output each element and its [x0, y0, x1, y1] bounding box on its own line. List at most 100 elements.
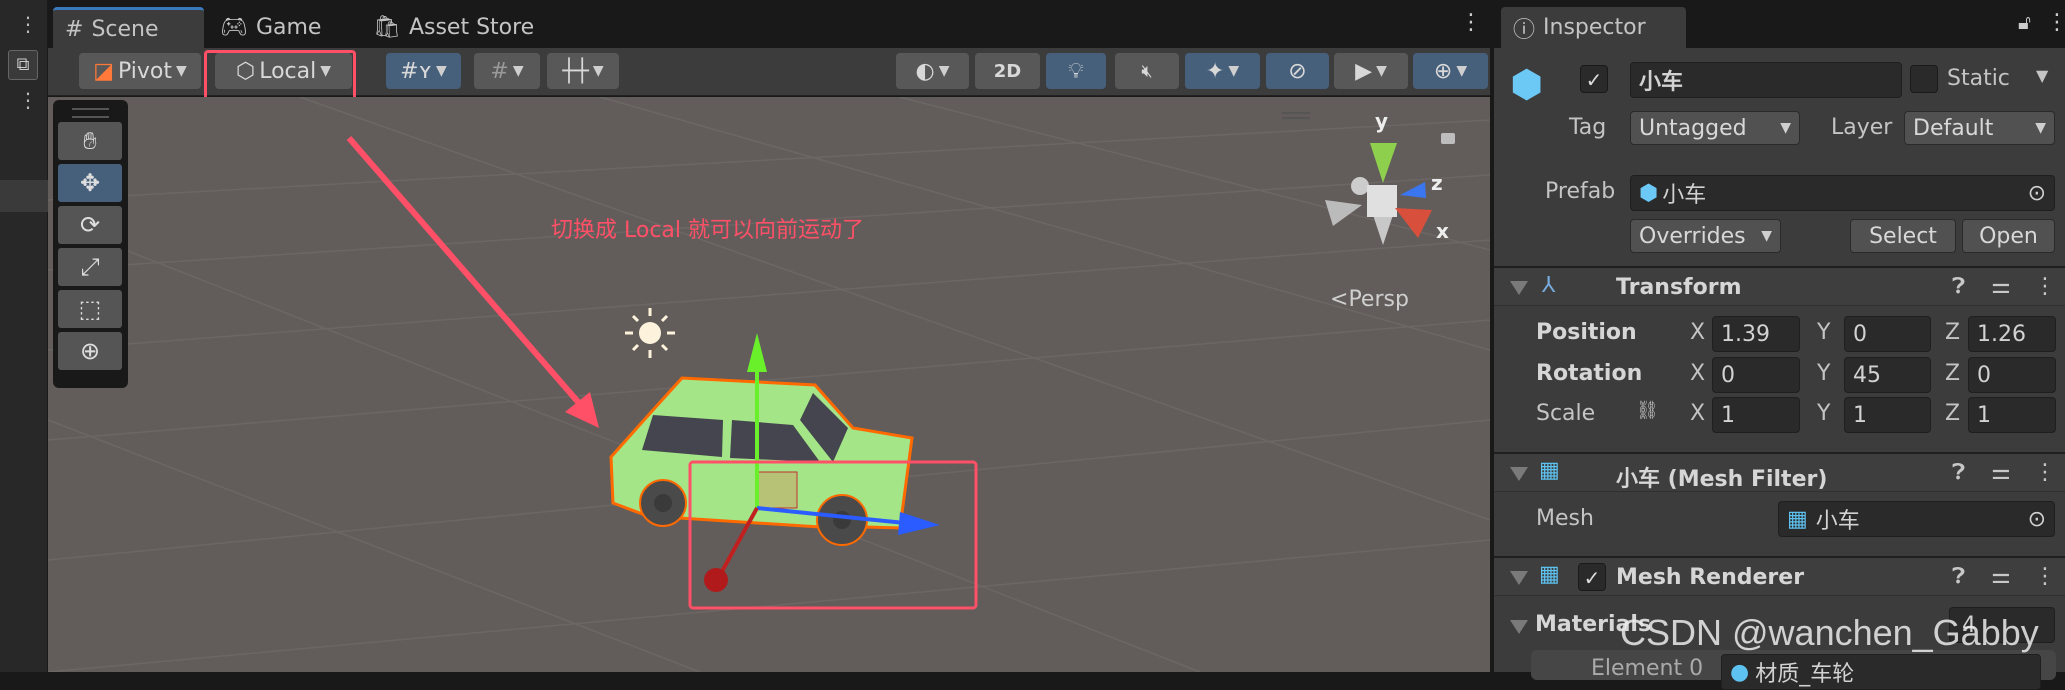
overrides-dropdown[interactable]: Overrides ▼ — [1630, 219, 1781, 253]
lock-icon[interactable]: 🔓︎ — [2018, 10, 2031, 34]
dock-item[interactable] — [0, 180, 48, 212]
object-picker-icon[interactable]: ⊙ — [2028, 181, 2046, 206]
projection-toggle[interactable]: <Persp — [1330, 287, 1409, 312]
rotation-x-input[interactable]: 0 — [1712, 357, 1800, 393]
kebab-icon[interactable]: ⋮ — [18, 12, 38, 36]
scale-tool-button[interactable]: ⤢ — [58, 248, 122, 286]
lock-icon — [1441, 133, 1455, 144]
move-tool-button[interactable]: ✥ — [58, 164, 122, 202]
grid-snap-button[interactable]: # ▼ — [474, 53, 540, 89]
axis-y-label: Y — [1817, 401, 1831, 426]
camera-dropdown[interactable]: ▶︎ ▼ — [1334, 53, 1408, 89]
chevron-left-icon: < — [1330, 287, 1349, 312]
draw-mode-dropdown[interactable]: ◐ ▼ — [896, 53, 969, 89]
rotation-z-input[interactable]: 0 — [1968, 357, 2056, 393]
scene-tab-bar: # Scene 🎮︎ Game 🛍︎ Asset Store ⋮ — [48, 0, 1490, 48]
eye-slash-icon: ⊘ — [1288, 58, 1307, 84]
tab-label: Asset Store — [408, 15, 535, 40]
mesh-field[interactable]: ▦ 小车 ⊙ — [1778, 501, 2055, 537]
scene-visibility-toggle[interactable]: ⊘ — [1266, 53, 1329, 89]
tab-asset-store[interactable]: 🛍︎ Asset Store — [361, 7, 546, 48]
static-checkbox[interactable] — [1910, 65, 1938, 93]
gizmos-dropdown[interactable]: ⊕ ▼ — [1413, 53, 1488, 89]
kebab-icon[interactable]: ⋮ — [18, 88, 38, 112]
tab-game[interactable]: 🎮︎ Game — [208, 7, 333, 48]
presets-sliders-icon[interactable]: ⚌ — [1991, 564, 2011, 589]
kebab-icon[interactable]: ⋮ — [2034, 274, 2056, 299]
help-icon[interactable]: ❓︎ — [1952, 564, 1965, 589]
lighting-toggle[interactable]: 💡︎ — [1046, 53, 1106, 89]
presets-sliders-icon[interactable]: ⚌ — [1991, 274, 2011, 299]
active-checkbox[interactable]: ✓ — [1580, 65, 1608, 93]
kebab-icon[interactable]: ⋮ — [2046, 10, 2065, 35]
position-z-input[interactable]: 1.26 — [1968, 316, 2056, 352]
mesh-renderer-icon: ▦ — [1539, 562, 1560, 587]
axis-x-label: X — [1690, 361, 1706, 386]
rotate-tool-button[interactable]: ⟳ — [58, 206, 122, 244]
grid-icon: # — [65, 16, 84, 42]
mesh-filter-header[interactable]: ▦ 小车 (Mesh Filter) ❓︎ ⚌ ⋮ — [1494, 452, 2065, 492]
axis-z-label: Z — [1945, 401, 1961, 426]
shading-icon: ◐ — [915, 58, 935, 84]
mesh-renderer-header[interactable]: ▦ ✓ Mesh Renderer ❓︎ ⚌ ⋮ — [1494, 556, 2065, 596]
tab-scene[interactable]: # Scene — [53, 7, 204, 48]
unlinked-scale-icon[interactable]: ⛓︎ — [1636, 400, 1659, 421]
position-y-input[interactable]: 0 — [1844, 316, 1931, 352]
kebab-icon[interactable]: ⋮ — [1460, 10, 1482, 35]
grid-visibility-button[interactable]: #ʏ ▼ — [386, 53, 461, 89]
object-picker-icon[interactable]: ⊙ — [2028, 507, 2046, 532]
snap-magnet-icon: # — [490, 58, 509, 84]
open-button[interactable]: Open — [1962, 219, 2055, 253]
kebab-icon[interactable]: ⋮ — [2034, 460, 2056, 485]
mesh-renderer-enabled-checkbox[interactable]: ✓ — [1578, 563, 1606, 591]
mute-icon: 🔇︎ — [1141, 60, 1153, 82]
projection-label: Persp — [1348, 287, 1409, 312]
light-gizmo-icon[interactable] — [625, 308, 675, 358]
scale-y-input[interactable]: 1 — [1844, 397, 1931, 433]
static-label: Static — [1947, 66, 2010, 91]
select-button[interactable]: Select — [1850, 219, 1956, 253]
help-icon[interactable]: ❓︎ — [1952, 460, 1965, 485]
element0-field[interactable]: ● 材质_车轮 — [1721, 654, 2041, 690]
move-arrows-icon: ✥ — [79, 169, 101, 197]
rotation-y-input[interactable]: 45 — [1844, 357, 1931, 393]
y-axis-handle — [747, 333, 767, 372]
kebab-icon[interactable]: ⋮ — [2034, 564, 2056, 589]
tab-inspector[interactable]: ⓘ Inspector — [1501, 7, 1686, 48]
help-icon[interactable]: ❓︎ — [1952, 274, 1965, 299]
transform-title: Transform — [1616, 275, 1742, 300]
increment-snap-button[interactable]: ┼┼ ▼ — [547, 53, 619, 89]
axis-x-label: X — [1690, 320, 1706, 345]
scene-viewport[interactable]: 切换成 Local 就可以向前运动了 y z x <Persp — [48, 97, 1490, 672]
effects-dropdown[interactable]: ✦ ▼ — [1185, 53, 1260, 89]
pivot-dropdown[interactable]: ◪ Pivot ▼ — [79, 53, 201, 89]
tag-value: Untagged — [1639, 115, 1747, 141]
camera-icon: ▶︎ — [1355, 58, 1373, 84]
rect-tool-button[interactable]: ⬚ — [58, 290, 122, 328]
audio-toggle[interactable]: 🔇︎ — [1115, 53, 1179, 89]
position-label: Position — [1536, 320, 1637, 345]
object-name-input[interactable]: 小车 — [1630, 62, 1902, 98]
tab-label: Scene — [91, 16, 159, 42]
layer-dropdown[interactable]: Default ▼ — [1904, 111, 2055, 145]
gameobject-icon[interactable]: ⬢ — [1510, 62, 1543, 106]
scale-z-input[interactable]: 1 — [1968, 397, 2056, 433]
foldout-triangle-icon[interactable] — [1510, 467, 1528, 481]
position-x-input[interactable]: 1.39 — [1712, 316, 1800, 352]
presets-sliders-icon[interactable]: ⚌ — [1991, 460, 2011, 485]
transform-header[interactable]: ⅄ Transform ❓︎ ⚌ ⋮ — [1494, 266, 2065, 306]
2d-toggle[interactable]: 2D — [975, 53, 1040, 89]
palette-drag-handle[interactable] — [72, 108, 109, 118]
maximize-icon[interactable]: ⧉ — [8, 50, 38, 80]
static-dropdown-arrow[interactable]: ▼ — [2036, 66, 2048, 85]
transform-tool-button[interactable]: ⊕ — [58, 332, 122, 370]
foldout-triangle-icon[interactable] — [1510, 281, 1528, 295]
foldout-triangle-icon[interactable] — [1510, 571, 1528, 585]
inspector-tab-bar: ⓘ Inspector 🔓︎ ⋮ — [1490, 0, 2065, 48]
prefab-field[interactable]: ⬢ 小车 ⊙ — [1630, 175, 2055, 211]
scale-x-input[interactable]: 1 — [1712, 397, 1800, 433]
hand-tool-button[interactable]: ✋︎ — [58, 122, 122, 160]
axis-z-label: Z — [1945, 361, 1961, 386]
foldout-triangle-icon[interactable] — [1510, 620, 1528, 634]
tag-dropdown[interactable]: Untagged ▼ — [1630, 111, 1800, 145]
